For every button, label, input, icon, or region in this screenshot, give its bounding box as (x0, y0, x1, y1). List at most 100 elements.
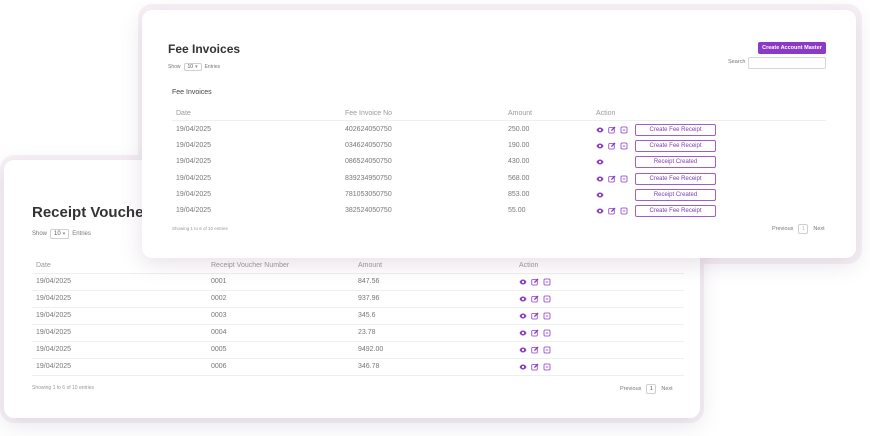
eye-icon[interactable] (596, 175, 604, 183)
row-actions (519, 312, 551, 320)
row-date: 19/04/2025 (176, 158, 212, 166)
delete-icon[interactable] (620, 175, 628, 183)
row-voucher-number: 0002 (211, 295, 227, 302)
receipt-voucher-pagination: Previous 1 Next (620, 384, 673, 394)
row-amount: 345.6 (358, 312, 376, 319)
fee-invoices-footer: Showing 1 to 6 of 10 entries (172, 226, 228, 231)
row-amount: 847.56 (358, 278, 380, 285)
row-date: 19/04/2025 (36, 346, 72, 353)
eye-icon[interactable] (596, 158, 604, 166)
edit-icon[interactable] (531, 346, 539, 354)
delete-icon[interactable] (543, 329, 551, 337)
row-invoice-number: 839234950750 (345, 174, 392, 182)
receipt-created-button[interactable]: Receipt Created (635, 156, 716, 169)
row-amount: 55.00 (508, 207, 526, 214)
receipt-voucher-footer: Showing 1 to 6 of 10 entries (32, 385, 94, 391)
edit-icon[interactable] (608, 142, 616, 150)
column-header: Date (36, 262, 51, 269)
delete-icon[interactable] (620, 126, 628, 134)
edit-icon[interactable] (531, 295, 539, 303)
edit-icon[interactable] (531, 329, 539, 337)
delete-icon[interactable] (543, 346, 551, 354)
row-date: 19/04/2025 (176, 190, 212, 198)
edit-icon[interactable] (531, 278, 539, 286)
row-divider (32, 375, 684, 376)
delete-icon[interactable] (620, 207, 628, 215)
delete-icon[interactable] (543, 312, 551, 320)
column-header: Amount (508, 110, 533, 117)
row-voucher-number: 0006 (211, 363, 227, 370)
eye-icon[interactable] (596, 126, 604, 134)
search-label: Search (728, 59, 746, 65)
eye-icon[interactable] (519, 346, 527, 354)
row-divider (32, 358, 684, 359)
eye-icon[interactable] (596, 191, 604, 199)
create-fee-receipt-button[interactable]: Create Fee Receipt (635, 140, 716, 153)
create-fee-receipt-button[interactable]: Create Fee Receipt (635, 205, 716, 217)
column-header: Fee Invoice No (345, 110, 393, 117)
row-actions (519, 278, 551, 286)
eye-icon[interactable] (519, 363, 527, 371)
row-actions (519, 346, 551, 354)
edit-icon[interactable] (531, 312, 539, 320)
row-actions (519, 295, 551, 303)
row-date: 19/04/2025 (36, 312, 72, 319)
chevron-down-icon: ▾ (62, 231, 66, 237)
row-amount: 853.00 (508, 190, 530, 198)
row-actions (596, 191, 604, 199)
receipt-voucher-title: Receipt Voucher (32, 204, 150, 221)
next-page-link[interactable]: Next (661, 386, 672, 392)
row-actions (519, 329, 551, 337)
eye-icon[interactable] (596, 207, 604, 215)
row-voucher-number: 0005 (211, 346, 227, 353)
delete-icon[interactable] (543, 363, 551, 371)
row-invoice-number: 034624050750 (345, 142, 392, 150)
edit-icon[interactable] (608, 175, 616, 183)
show-label: Show (32, 231, 48, 237)
delete-icon[interactable] (543, 295, 551, 303)
create-fee-receipt-button[interactable]: Create Fee Receipt (635, 172, 716, 185)
row-date: 19/04/2025 (36, 278, 72, 285)
delete-icon[interactable] (543, 278, 551, 286)
row-amount: 430.00 (508, 158, 530, 166)
previous-page-link[interactable]: Previous (772, 226, 793, 232)
receipt-voucher-page-size: Show 10 ▾ Entries (32, 229, 91, 239)
row-voucher-number: 0001 (211, 278, 227, 285)
row-date: 19/04/2025 (36, 363, 72, 370)
eye-icon[interactable] (519, 278, 527, 286)
search-input[interactable] (748, 57, 826, 69)
row-divider (32, 307, 684, 308)
eye-icon[interactable] (519, 312, 527, 320)
eye-icon[interactable] (519, 329, 527, 337)
column-header: Action (519, 262, 539, 269)
page-size-value: 10 (54, 231, 61, 237)
row-date: 19/04/2025 (36, 329, 72, 336)
delete-icon[interactable] (620, 142, 628, 150)
row-divider (32, 341, 684, 342)
page-number-button[interactable]: 1 (798, 224, 809, 234)
row-amount: 346.78 (358, 363, 380, 370)
previous-page-link[interactable]: Previous (620, 386, 641, 392)
row-invoice-number: 382524050750 (345, 207, 392, 214)
edit-icon[interactable] (608, 126, 616, 134)
row-voucher-number: 0003 (211, 312, 227, 319)
page-number-button[interactable]: 1 (646, 384, 657, 394)
column-header: Receipt Voucher Number (211, 262, 290, 269)
eye-icon[interactable] (596, 142, 604, 150)
create-account-master-button[interactable]: Create Account Master (758, 42, 826, 54)
fee-invoices-title: Fee Invoices (168, 42, 241, 56)
receipt-created-button[interactable]: Receipt Created (635, 188, 716, 201)
edit-icon[interactable] (531, 363, 539, 371)
fee-invoices-subtitle: Fee Invoices (172, 89, 212, 96)
page-size-select[interactable]: 10 ▾ (50, 229, 70, 239)
page-size-value: 10 (187, 64, 194, 70)
entries-label: Entries (72, 231, 91, 237)
create-fee-receipt-button[interactable]: Create Fee Receipt (635, 124, 716, 136)
page-size-select[interactable]: 10 ▾ (183, 63, 202, 71)
eye-icon[interactable] (519, 295, 527, 303)
column-header: Date (176, 110, 191, 117)
fee-invoices-card (142, 10, 856, 258)
row-date: 19/04/2025 (176, 142, 212, 150)
edit-icon[interactable] (608, 207, 616, 215)
next-page-link[interactable]: Next (813, 226, 824, 232)
